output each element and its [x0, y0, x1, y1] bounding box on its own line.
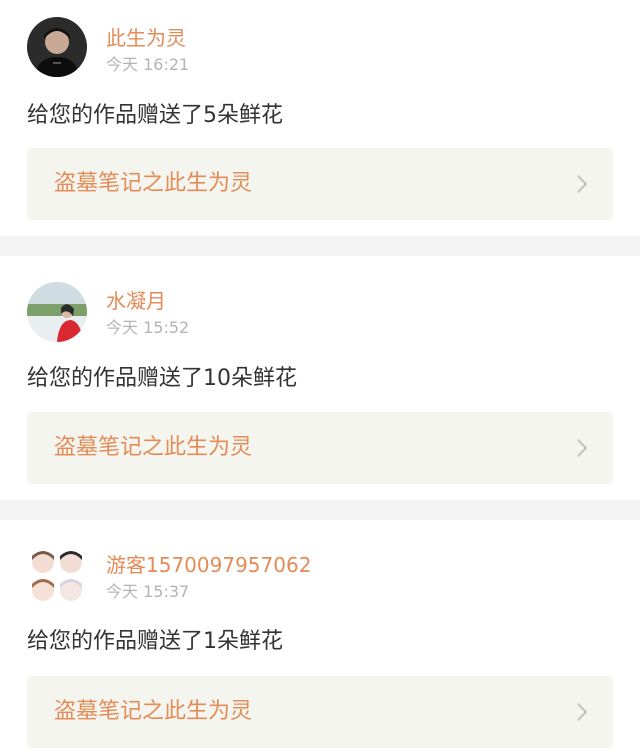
gift-notification-feed: 此生为灵 今天 16:21 给您的作品赠送了5朵鲜花 盗墓笔记之此生为灵 水凝月…: [0, 0, 640, 756]
user-name[interactable]: 此生为灵: [106, 26, 186, 50]
work-link-card[interactable]: 盗墓笔记之此生为灵: [27, 148, 613, 220]
avatar-landscape-portrait-icon: [27, 282, 87, 342]
gift-message: 给您的作品赠送了10朵鲜花: [27, 366, 297, 391]
work-title: 盗墓笔记之此生为灵: [54, 435, 253, 460]
avatar[interactable]: [27, 546, 87, 606]
work-title: 盗墓笔记之此生为灵: [54, 699, 253, 724]
gift-message: 给您的作品赠送了5朵鲜花: [27, 103, 283, 128]
divider: [0, 236, 640, 256]
timestamp: 今天 16:21: [106, 55, 190, 74]
divider: [0, 500, 640, 520]
notification-item: 此生为灵 今天 16:21 给您的作品赠送了5朵鲜花 盗墓笔记之此生为灵: [0, 0, 640, 236]
work-link-card[interactable]: 盗墓笔记之此生为灵: [27, 412, 613, 484]
timestamp: 今天 15:52: [106, 318, 190, 337]
timestamp: 今天 15:37: [106, 582, 190, 601]
gift-message: 给您的作品赠送了1朵鲜花: [27, 629, 283, 654]
chevron-right-icon: [577, 175, 588, 193]
user-name[interactable]: 游客1570097957062: [106, 553, 311, 577]
avatar[interactable]: [27, 17, 87, 77]
avatar-cartoon-group-icon: [27, 546, 87, 606]
avatar[interactable]: [27, 282, 87, 342]
avatar-dark-portrait-icon: [27, 17, 87, 77]
work-link-card[interactable]: 盗墓笔记之此生为灵: [27, 676, 613, 748]
chevron-right-icon: [577, 703, 588, 721]
work-title: 盗墓笔记之此生为灵: [54, 171, 253, 196]
notification-item: 游客1570097957062 今天 15:37 给您的作品赠送了1朵鲜花 盗墓…: [0, 520, 640, 756]
user-name[interactable]: 水凝月: [106, 289, 166, 313]
chevron-right-icon: [577, 439, 588, 457]
notification-item: 水凝月 今天 15:52 给您的作品赠送了10朵鲜花 盗墓笔记之此生为灵: [0, 256, 640, 500]
